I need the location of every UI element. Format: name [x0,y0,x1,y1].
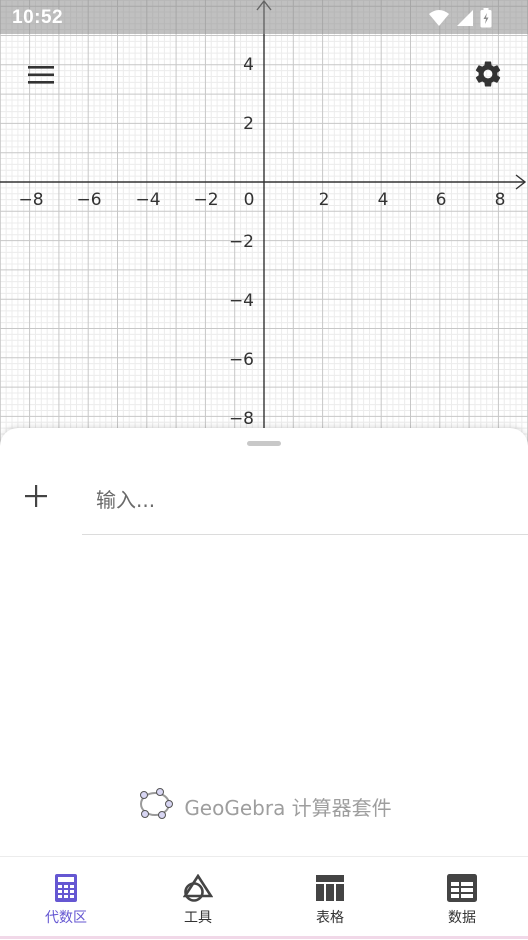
graph-svg: −8 −6 −4 −2 0 2 4 6 8 4 2 −2 −4 −6 −8 [0,0,528,460]
nav-tools[interactable]: 工具 [132,857,264,940]
y-tick-label: −2 [229,232,254,252]
geogebra-logo-icon [136,787,174,826]
y-tick-labels: 4 2 −2 −4 −6 −8 [229,55,254,429]
brand: GeoGebra 计算器套件 [0,786,528,826]
settings-button[interactable] [470,58,506,94]
algebra-input-row [82,468,528,535]
nav-label: 代数区 [45,910,87,926]
wifi-icon [428,9,450,32]
hamburger-icon [27,65,55,90]
x-tick-label: −2 [193,190,218,210]
table-icon [316,873,344,903]
y-tick-label: −6 [229,350,254,370]
nav-label: 表格 [316,910,344,926]
x-tick-label: 2 [319,190,330,210]
nav-label: 工具 [184,910,212,926]
y-tick-label: 4 [243,55,254,75]
menu-button[interactable] [24,60,58,94]
shapes-tool-icon [183,873,213,903]
plus-icon [25,484,47,512]
x-tick-label: −6 [76,190,101,210]
graphing-canvas[interactable]: −8 −6 −4 −2 0 2 4 6 8 4 2 −2 −4 −6 −8 [0,0,528,460]
algebra-input[interactable] [94,482,498,518]
bottom-nav: 代数区 工具 表格 数据 [0,856,528,940]
nav-data[interactable]: 数据 [396,857,528,940]
axes [0,0,527,460]
x-tick-label: 4 [378,190,389,210]
spreadsheet-icon [447,873,477,903]
y-tick-label: −4 [229,291,254,311]
x-tick-label: −8 [18,190,43,210]
add-item-button[interactable] [18,480,54,516]
x-tick-label: 8 [495,190,506,210]
status-bar: 10:52 [0,0,528,34]
y-tick-label: 2 [243,114,254,134]
brand-name: GeoGebra 计算器套件 [184,795,392,820]
nav-table[interactable]: 表格 [264,857,396,940]
nav-algebra[interactable]: 代数区 [0,857,132,940]
y-tick-label: −8 [229,409,254,429]
x-tick-label: −4 [135,190,160,210]
algebra-panel: GeoGebra 计算器套件 [0,428,528,856]
calculator-icon [55,873,77,903]
signal-icon [456,9,474,32]
gear-icon [473,59,503,94]
battery-icon [480,8,492,33]
status-icons [428,8,492,33]
x-tick-label: 6 [436,190,447,210]
nav-label: 数据 [448,910,476,926]
x-tick-label: 0 [244,190,255,210]
drag-handle[interactable] [247,441,281,446]
status-time: 10:52 [12,7,64,28]
